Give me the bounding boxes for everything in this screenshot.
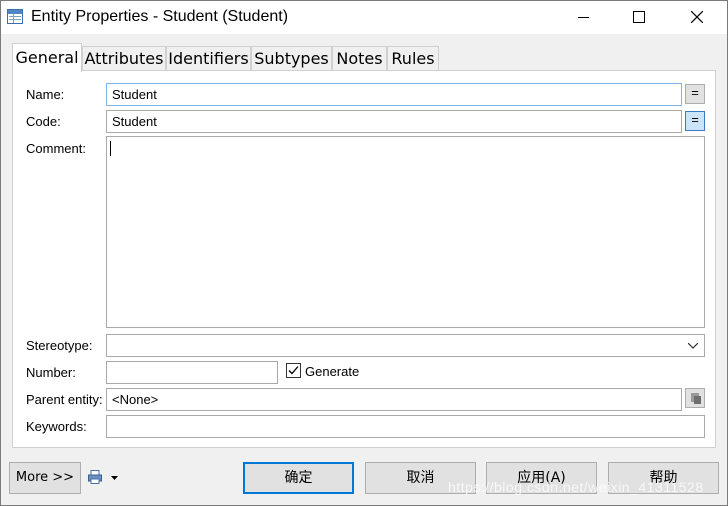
generate-checkbox[interactable] — [286, 363, 301, 378]
watermark: https://blog.csdn.net/weixin_41311528 — [448, 479, 704, 495]
window-title: Entity Properties - Student (Student) — [31, 8, 289, 25]
more-button[interactable]: More >> — [9, 462, 81, 494]
comment-label: Comment: — [26, 141, 86, 156]
minimize-icon[interactable] — [564, 1, 610, 34]
entity-properties-dialog: Entity Properties - Student (Student) Ge… — [0, 0, 728, 506]
name-field[interactable]: Student — [106, 83, 682, 106]
dropdown-arrow-icon — [111, 476, 118, 480]
code-field[interactable]: Student — [106, 110, 682, 133]
tab-general[interactable]: General — [12, 43, 82, 72]
general-tab-panel: Name: Student = Code: Student = Comment:… — [12, 70, 716, 448]
code-name-sync-button[interactable]: = — [685, 111, 705, 131]
tab-notes[interactable]: Notes — [332, 46, 387, 71]
parent-entity-properties-button[interactable] — [685, 388, 705, 408]
stereotype-select[interactable] — [106, 334, 705, 357]
checkmark-icon — [288, 366, 299, 375]
ok-button[interactable]: 确定 — [243, 462, 354, 494]
tab-subtypes[interactable]: Subtypes — [251, 46, 332, 71]
printer-icon — [88, 470, 102, 484]
entity-table-icon — [7, 9, 23, 24]
generate-label: Generate — [305, 364, 360, 379]
tab-rules[interactable]: Rules — [387, 46, 439, 71]
number-field[interactable] — [106, 361, 278, 384]
name-code-sync-button[interactable]: = — [685, 84, 705, 104]
maximize-icon[interactable] — [616, 1, 662, 34]
code-label: Code: — [26, 114, 61, 129]
keywords-label: Keywords: — [26, 419, 87, 434]
title-bar[interactable]: Entity Properties - Student (Student) — [1, 1, 727, 34]
name-label: Name: — [26, 87, 65, 102]
tab-attributes[interactable]: Attributes — [82, 46, 166, 71]
parent-entity-label: Parent entity: — [26, 392, 103, 407]
chevron-down-icon — [688, 343, 698, 349]
stereotype-label: Stereotype: — [26, 338, 93, 353]
comment-textarea[interactable] — [106, 136, 705, 328]
tab-identifiers[interactable]: Identifiers — [166, 46, 251, 71]
parent-entity-field[interactable]: <None> — [106, 388, 682, 411]
text-caret — [110, 141, 111, 156]
print-dropdown[interactable] — [88, 470, 124, 488]
number-label: Number: — [26, 365, 76, 380]
close-icon[interactable] — [674, 1, 720, 34]
keywords-field[interactable] — [106, 415, 705, 438]
